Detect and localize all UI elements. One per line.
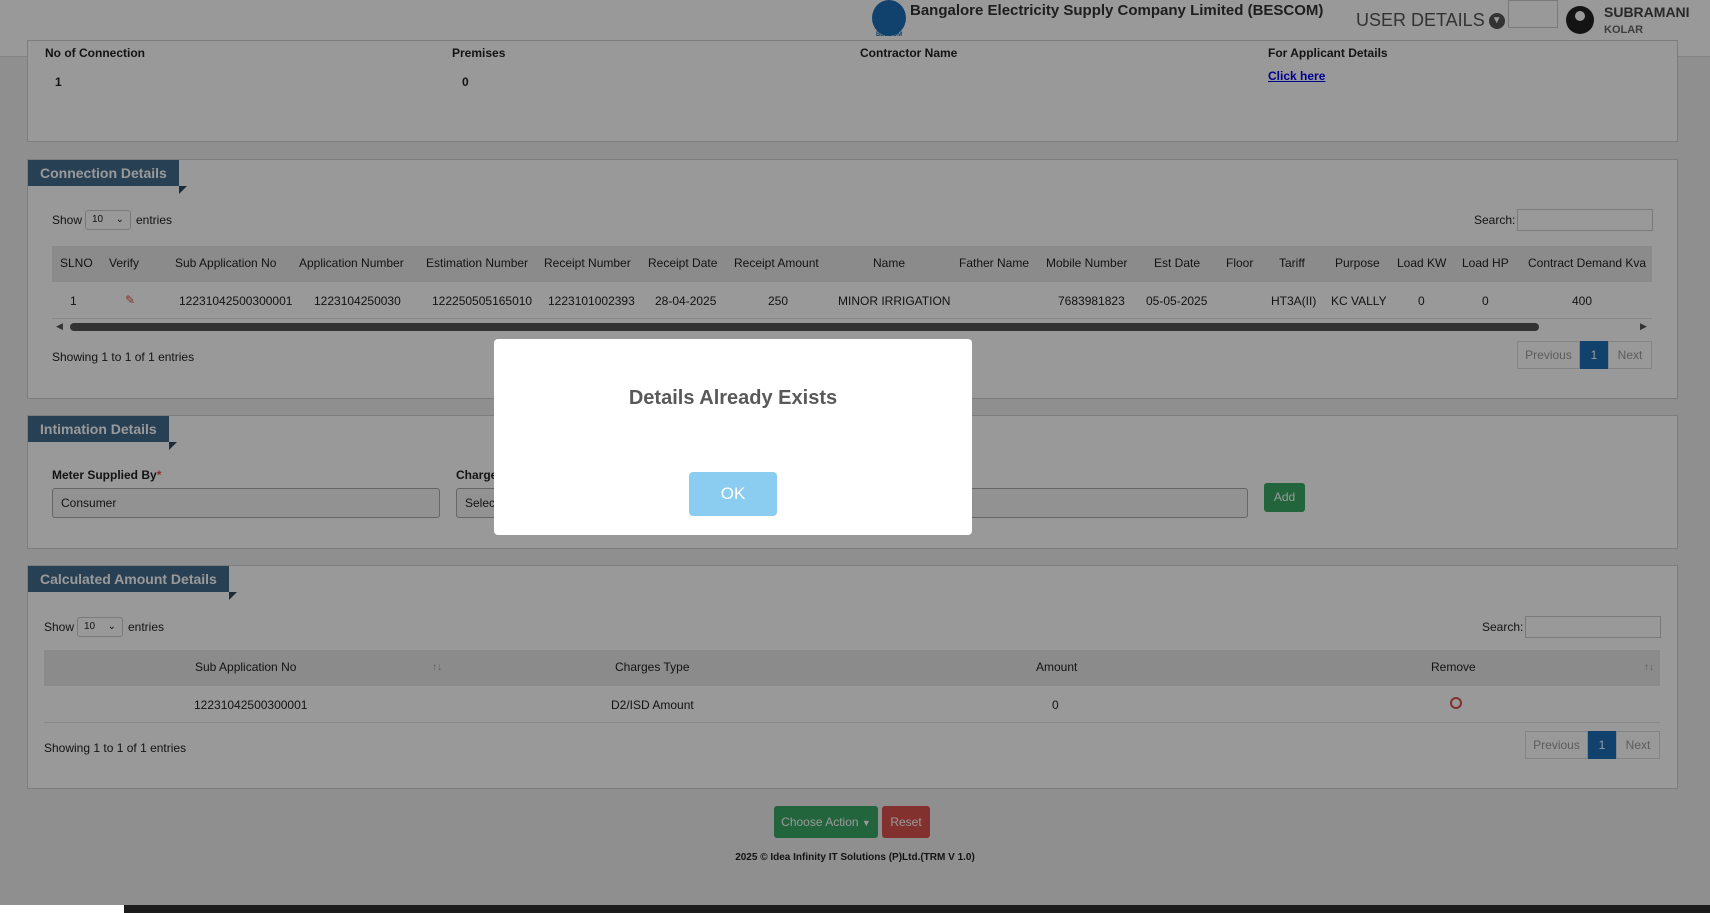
alert-dialog: Details Already Exists OK [494, 339, 972, 535]
taskbar [0, 905, 1710, 913]
ok-button[interactable]: OK [689, 472, 777, 516]
taskbar-start-area [0, 905, 124, 913]
dialog-title: Details Already Exists [628, 387, 838, 409]
